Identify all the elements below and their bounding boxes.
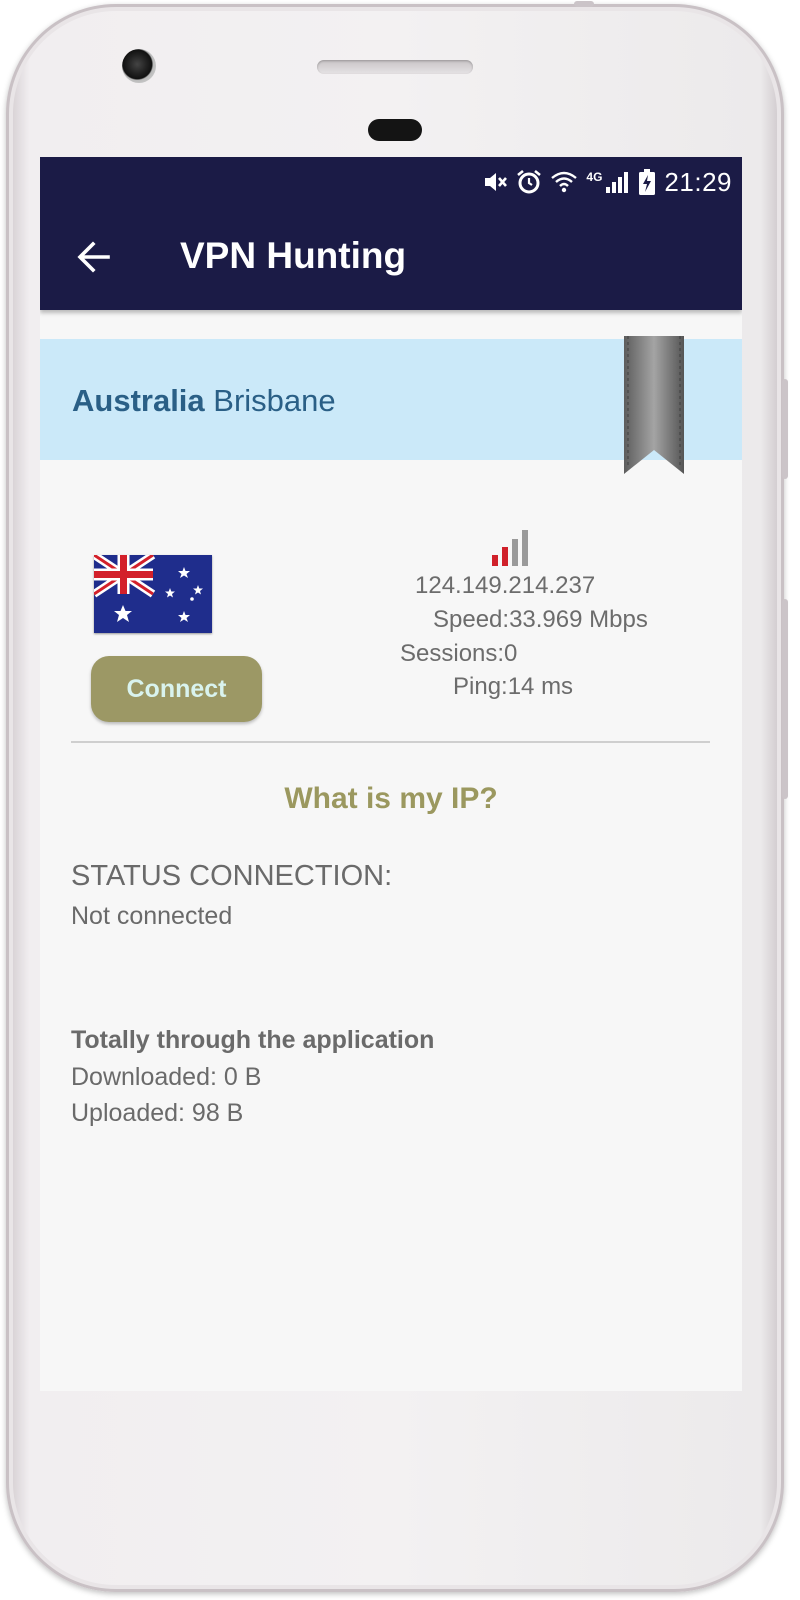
mute-icon xyxy=(482,169,508,195)
page-title: VPN Hunting xyxy=(180,235,407,276)
server-location: Australia Brisbane xyxy=(72,383,336,419)
signal-strength-icon xyxy=(490,529,534,567)
server-country: Australia xyxy=(72,383,205,418)
traffic-total-label: Totally through the application xyxy=(71,1026,435,1054)
back-button[interactable] xyxy=(74,237,114,277)
traffic-downloaded: Downloaded: 0 B xyxy=(71,1063,262,1091)
what-is-my-ip-link[interactable]: What is my IP? xyxy=(40,782,742,816)
server-city: Brisbane xyxy=(213,383,336,418)
status-connection-value: Not connected xyxy=(71,902,233,930)
app-bar: 4G 21:29 VPN Hunting xyxy=(40,157,742,310)
australia-flag-icon xyxy=(91,551,212,633)
server-ip: 124.149.214.237 xyxy=(415,572,596,599)
volume-button xyxy=(782,599,788,799)
bookmark-ribbon-icon[interactable] xyxy=(624,336,684,476)
battery-charging-icon xyxy=(638,168,656,196)
network-type-label: 4G xyxy=(586,170,603,184)
divider xyxy=(71,741,710,743)
cell-signal-icon xyxy=(604,169,630,195)
alarm-icon xyxy=(516,169,542,195)
earpiece-speaker xyxy=(317,60,473,74)
app-screen: 4G 21:29 VPN Hunting Australia Brisbane … xyxy=(40,157,742,1391)
status-time: 21:29 xyxy=(664,166,732,197)
proximity-sensor xyxy=(368,119,422,141)
power-button xyxy=(574,1,594,7)
server-speed: Speed:33.969 Mbps xyxy=(433,606,648,633)
server-ping: Ping:14 ms xyxy=(453,673,574,700)
arrow-left-icon xyxy=(77,241,110,273)
front-camera xyxy=(122,49,156,83)
server-sessions: Sessions:0 xyxy=(400,640,518,667)
side-button xyxy=(782,379,788,479)
status-bar: 4G 21:29 xyxy=(482,163,732,201)
traffic-uploaded: Uploaded: 98 B xyxy=(71,1099,244,1127)
wifi-icon xyxy=(550,169,578,195)
connect-button[interactable]: Connect xyxy=(91,656,262,722)
status-connection-label: STATUS CONNECTION: xyxy=(71,860,393,892)
